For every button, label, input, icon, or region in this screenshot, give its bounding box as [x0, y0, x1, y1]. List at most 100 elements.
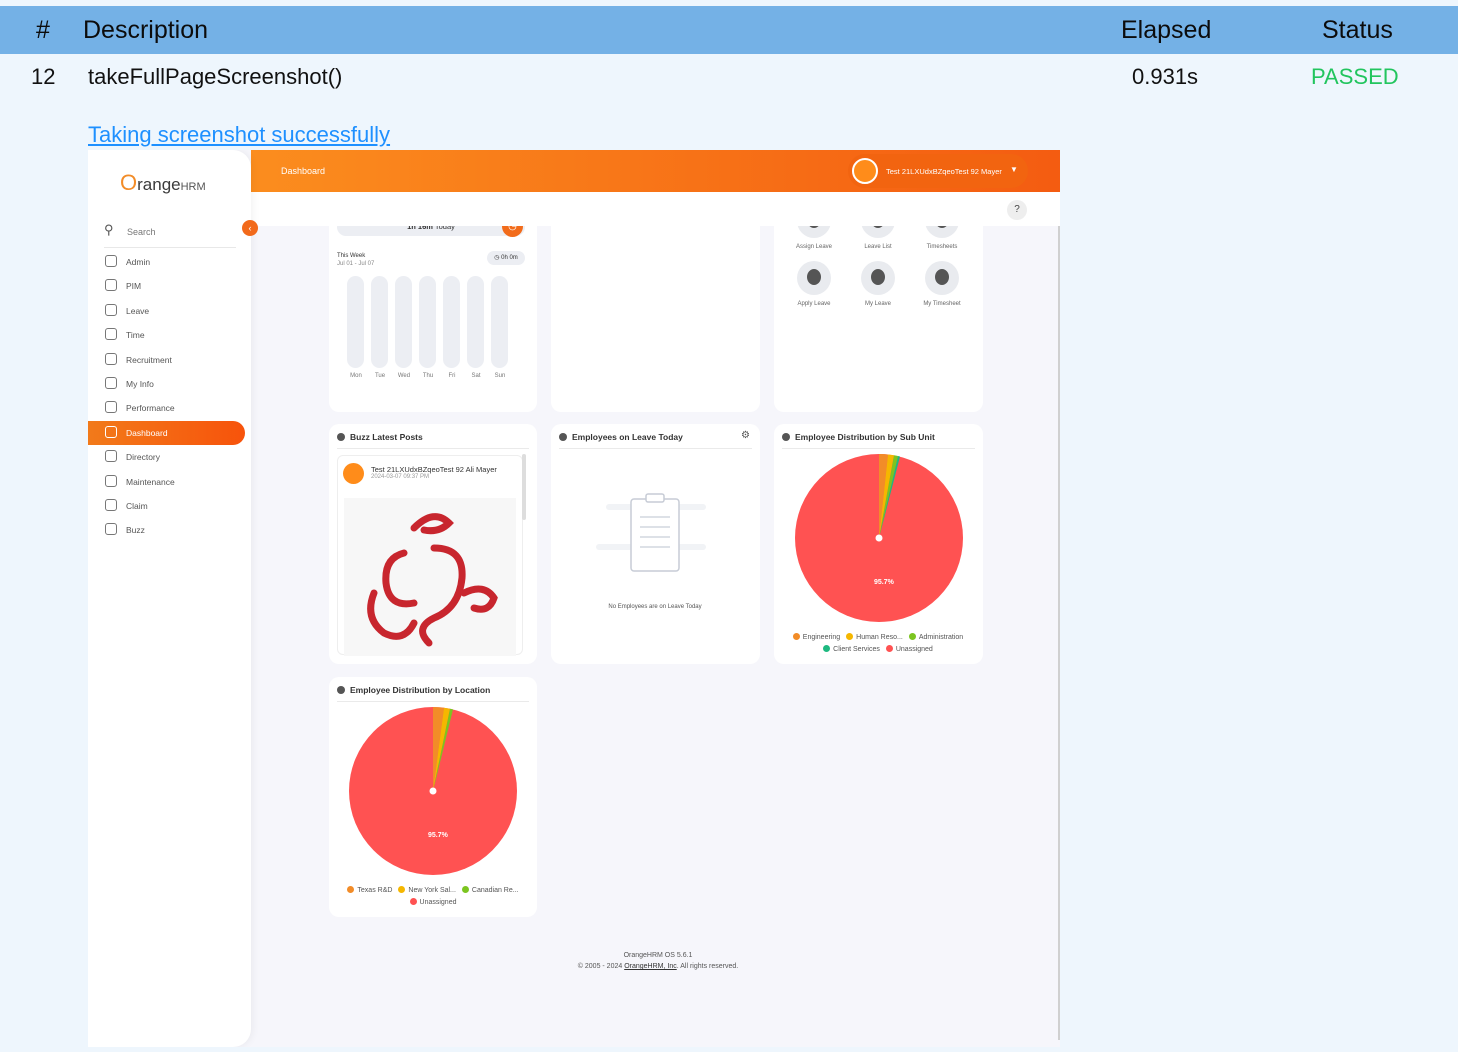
page-scrollbar[interactable] — [1058, 214, 1060, 1040]
legend-item[interactable]: Client Services — [823, 644, 880, 656]
sidebar-item-recruitment[interactable]: Recruitment — [88, 348, 251, 372]
footer-copyright: © 2005 - 2024 OrangeHRM, Inc. All rights… — [577, 963, 739, 970]
sidebar-search[interactable]: ⚲ Search — [104, 222, 236, 248]
footer-version: OrangeHRM OS 5.6.1 — [623, 952, 693, 959]
avatar — [343, 463, 364, 484]
pie-percent-label: 95.7% — [428, 832, 449, 839]
orangehrm-link[interactable]: OrangeHRM, Inc — [624, 963, 677, 970]
sidebar-item-buzz[interactable]: Buzz — [88, 518, 251, 542]
subunit-distribution-card: Employee Distribution by Sub Unit 95.7% … — [774, 424, 983, 664]
buzz-post[interactable]: Test 21LXUdxBZqeoTest 92 Ali Mayer 2024-… — [337, 455, 523, 656]
sidebar-item-directory[interactable]: Directory — [88, 445, 251, 469]
day-label: Thu — [422, 373, 434, 379]
leave-today-title: Employees on Leave Today — [559, 432, 683, 442]
avatar — [852, 158, 878, 184]
sidebar: OrangeHRM ⚲ Search Admin PIM Leave Time … — [88, 150, 251, 1047]
sidebar-item-claim[interactable]: Claim — [88, 494, 251, 518]
pie-percent-label: 95.7% — [874, 579, 895, 586]
location-pie-chart: 95.7% — [349, 707, 517, 875]
day-label: Mon — [350, 373, 362, 379]
bar-tue — [371, 276, 388, 368]
apply-leave-action[interactable]: Apply Leave — [784, 261, 844, 307]
my-actions-card — [551, 212, 760, 412]
sidebar-item-my-info[interactable]: My Info — [88, 372, 251, 396]
legend-item[interactable]: Canadian Re... — [461, 885, 519, 897]
screenshot-link[interactable]: Taking screenshot successfully — [88, 122, 390, 148]
day-label: Sun — [494, 373, 506, 379]
claim-icon — [105, 498, 117, 511]
my-timesheet-icon — [925, 261, 959, 295]
help-button[interactable]: ? — [1007, 200, 1027, 220]
performance-icon — [105, 401, 117, 414]
day-label: Wed — [397, 373, 411, 379]
sidebar-item-performance[interactable]: Performance — [88, 396, 251, 420]
time-at-work-card: 1h 16m Today ◷ This Week Jul 01 - Jul 07 … — [329, 212, 537, 412]
sidebar-item-admin[interactable]: Admin — [88, 250, 251, 274]
bar-fri — [443, 276, 460, 368]
sidebar-item-time[interactable]: Time — [88, 323, 251, 347]
collapse-sidebar-button[interactable]: ‹ — [242, 220, 258, 236]
quick-launch-card: Assign Leave Leave List Timesheets Apply… — [774, 212, 983, 412]
bar-wed — [395, 276, 412, 368]
row-status: PASSED — [1311, 64, 1399, 89]
user-dropdown[interactable]: Test 21LXUdxBZqeoTest 92 Mayer ▼ — [848, 154, 1028, 188]
row-description: takeFullPageScreenshot() — [88, 64, 343, 89]
subunit-title: Employee Distribution by Sub Unit — [782, 432, 935, 442]
sidebar-nav: Admin PIM Leave Time Recruitment My Info… — [88, 250, 251, 543]
subbar: ? — [251, 192, 1060, 226]
bar-sat — [467, 276, 484, 368]
footer: OrangeHRM OS 5.6.1 © 2005 - 2024 OrangeH… — [478, 950, 838, 972]
header-status: Status — [1322, 16, 1393, 44]
post-date: 2024-03-07 09:37 PM — [371, 474, 430, 480]
buzz-card: Buzz Latest Posts Test 21LXUdxBZqeoTest … — [329, 424, 537, 664]
sidebar-item-pim[interactable]: PIM — [88, 274, 251, 298]
my-leave-action[interactable]: My Leave — [848, 261, 908, 307]
legend-item[interactable]: Unassigned — [885, 644, 933, 656]
legend-item[interactable]: Human Reso... — [846, 632, 903, 644]
day-label: Tue — [374, 373, 386, 379]
bar-thu — [419, 276, 436, 368]
empty-leave-message: No Employees are on Leave Today — [608, 604, 702, 610]
gear-icon[interactable]: ⚙ — [741, 430, 750, 441]
location-legend: Texas R&D New York Sal... Canadian Re... Un… — [329, 885, 537, 909]
user-name: Test 21LXUdxBZqeoTest 92 Mayer — [886, 167, 1002, 176]
location-distribution-card: Employee Distribution by Location 95.7% … — [329, 677, 537, 917]
my-timesheet-action[interactable]: My Timesheet — [912, 261, 972, 307]
legend-item[interactable]: Administration — [908, 632, 963, 644]
bar-mon — [347, 276, 364, 368]
legend-item[interactable]: Unassigned — [409, 897, 456, 909]
row-elapsed: 0.931s — [1132, 64, 1199, 89]
subunit-legend: Engineering Human Reso... Administration Cl… — [774, 632, 982, 656]
leave-icon — [559, 433, 567, 441]
topbar: Dashboard Test 21LXUdxBZqeoTest 92 Mayer… — [251, 150, 1060, 192]
sidebar-item-leave[interactable]: Leave — [88, 299, 251, 323]
search-label: Search — [127, 227, 156, 237]
ganesha-illustration — [367, 513, 498, 647]
report-header: # Description Elapsed Status — [0, 6, 1458, 54]
pim-icon — [105, 279, 117, 292]
dashboard-icon — [105, 425, 117, 438]
header-description: Description — [83, 16, 209, 44]
legend-item[interactable]: Engineering — [792, 632, 840, 644]
location-title: Employee Distribution by Location — [337, 685, 490, 695]
buzz-scrollbar[interactable] — [522, 454, 526, 520]
post-image — [344, 498, 516, 656]
sidebar-item-dashboard[interactable]: Dashboard — [88, 420, 245, 446]
my-leave-icon — [861, 261, 895, 295]
empty-clipboard-illustration — [596, 493, 706, 572]
sidebar-item-maintenance[interactable]: Maintenance — [88, 470, 251, 494]
page-title: Dashboard — [281, 166, 326, 176]
admin-icon — [105, 255, 117, 267]
directory-icon — [105, 450, 117, 463]
leave-today-card: Employees on Leave Today ⚙ No Employees … — [551, 424, 760, 664]
week-label: This Week Jul 01 - Jul 07 — [337, 253, 375, 267]
orangehrm-logo: OrangeHRM — [120, 170, 206, 195]
chevron-down-icon: ▼ — [1010, 165, 1018, 174]
report-row: 12 takeFullPageScreenshot() 0.931s PASSE… — [0, 54, 1458, 100]
legend-item[interactable]: New York Sal... — [398, 885, 456, 897]
apply-leave-icon — [797, 261, 831, 295]
search-icon: ⚲ — [104, 222, 114, 237]
legend-item[interactable]: Texas R&D — [347, 885, 392, 897]
pie-chart-icon — [337, 686, 345, 694]
time-icon — [105, 328, 117, 341]
